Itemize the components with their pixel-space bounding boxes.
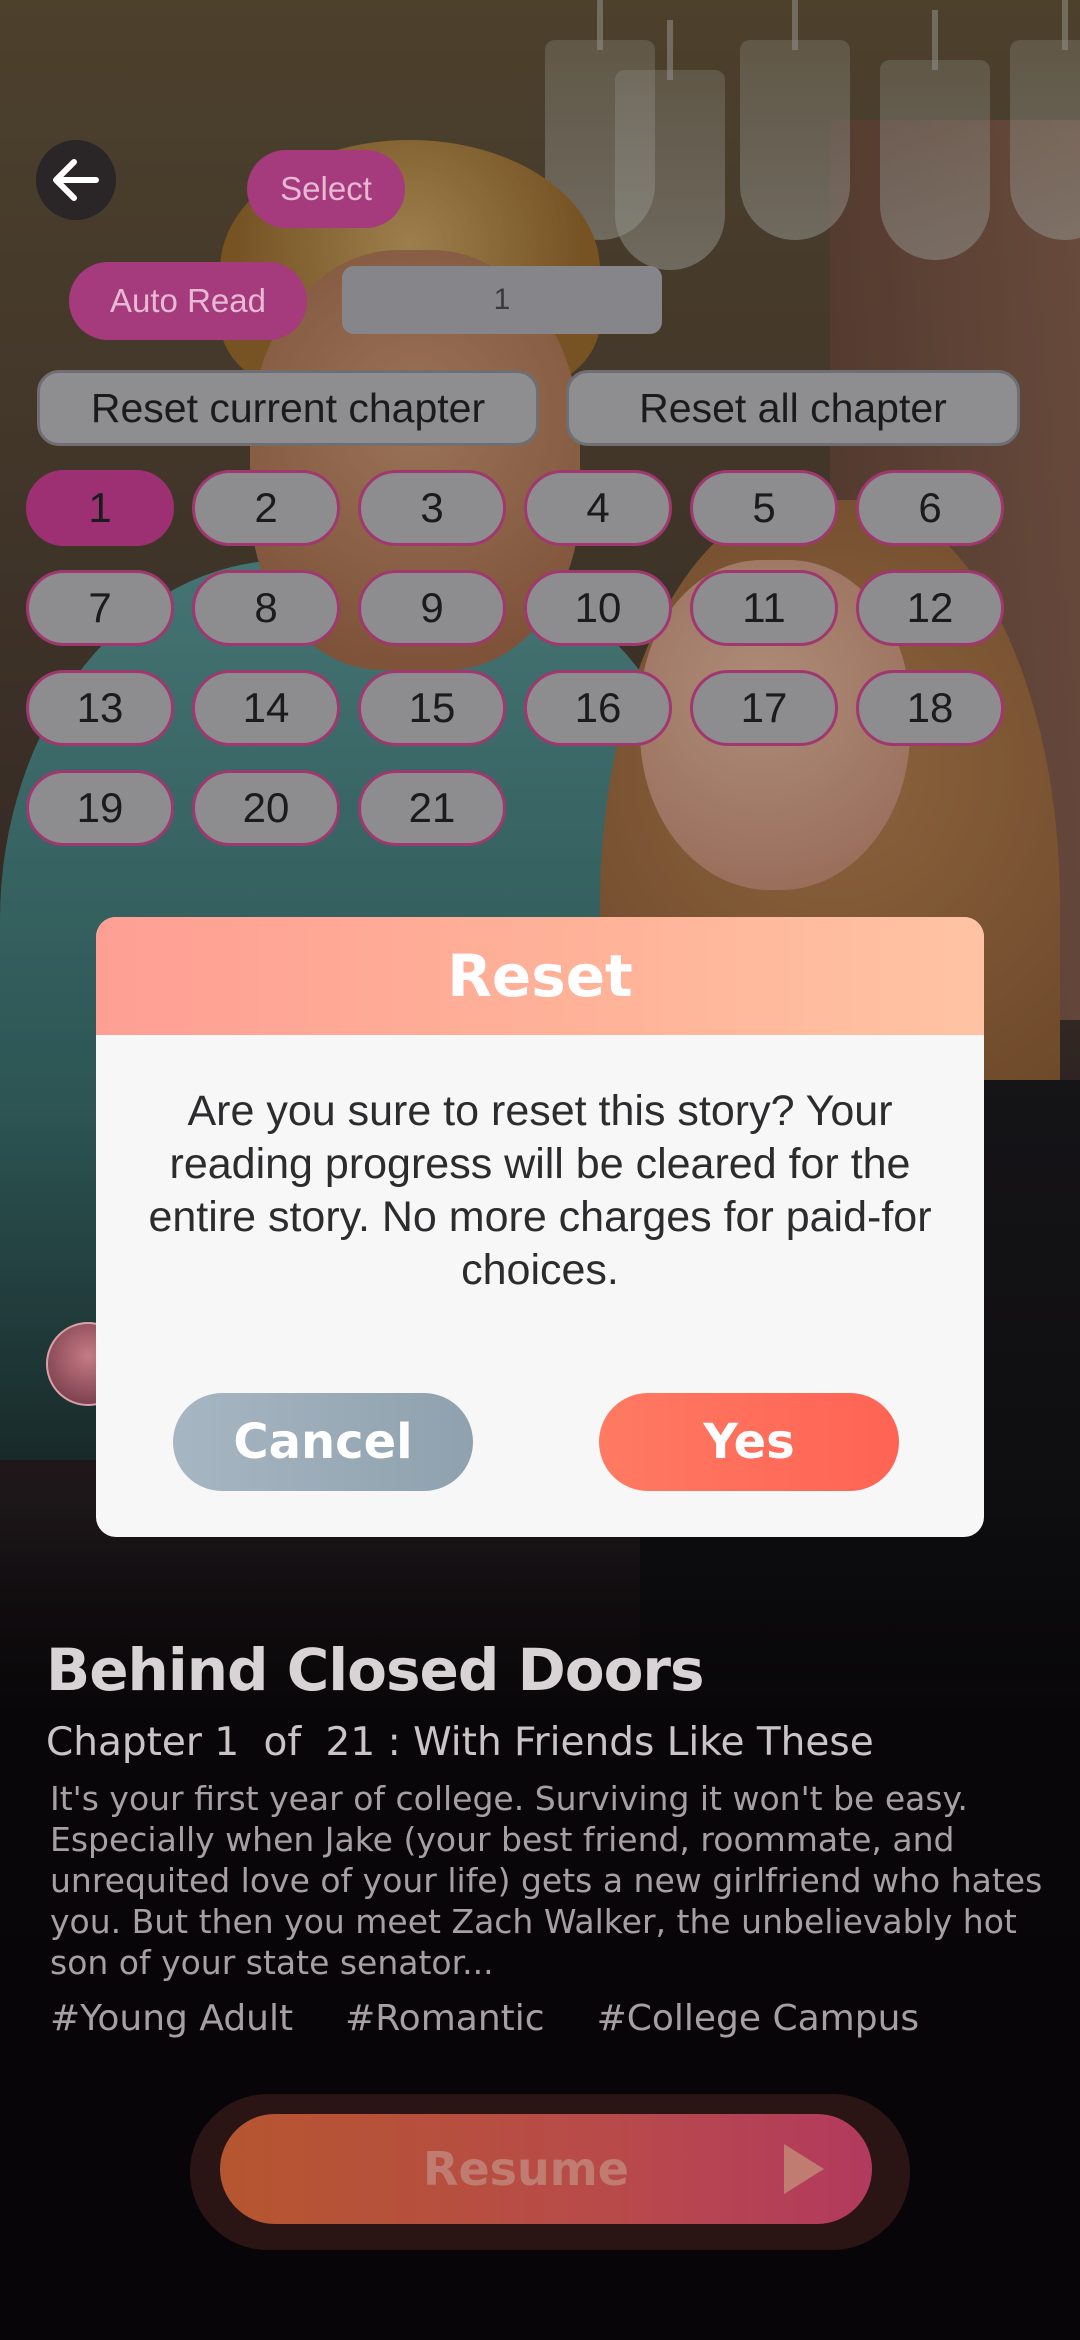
chapter-button-16[interactable]: 16 bbox=[524, 670, 672, 746]
chapter-button-9[interactable]: 9 bbox=[358, 570, 506, 646]
resume-button[interactable]: Resume bbox=[220, 2114, 872, 2224]
dialog-header: Reset bbox=[96, 917, 984, 1035]
chapter-number-input[interactable]: 1 bbox=[342, 266, 662, 334]
tag-romantic[interactable]: #Romantic bbox=[345, 1998, 544, 2039]
chapter-button-12[interactable]: 12 bbox=[856, 570, 1004, 646]
arrow-left-icon bbox=[53, 159, 99, 201]
chapter-button-6[interactable]: 6 bbox=[856, 470, 1004, 546]
dialog-message: Are you sure to reset this story? Your r… bbox=[148, 1087, 932, 1294]
chapter-prefix: Chapter 1 bbox=[46, 1720, 240, 1765]
auto-read-button[interactable]: Auto Read bbox=[69, 262, 307, 340]
chapter-button-5[interactable]: 5 bbox=[690, 470, 838, 546]
back-button[interactable] bbox=[36, 140, 116, 220]
reset-current-chapter-button[interactable]: Reset current chapter bbox=[37, 370, 539, 446]
chapter-total-title: 21 : With Friends Like These bbox=[325, 1720, 874, 1765]
select-button[interactable]: Select bbox=[247, 150, 405, 228]
reset-all-chapter-button[interactable]: Reset all chapter bbox=[566, 370, 1020, 446]
chapter-button-18[interactable]: 18 bbox=[856, 670, 1004, 746]
story-title: Behind Closed Doors bbox=[46, 1636, 705, 1704]
chapter-button-21[interactable]: 21 bbox=[358, 770, 506, 846]
chapter-button-3[interactable]: 3 bbox=[358, 470, 506, 546]
chapter-button-1[interactable]: 1 bbox=[26, 470, 174, 546]
chapter-button-10[interactable]: 10 bbox=[524, 570, 672, 646]
chapter-button-15[interactable]: 15 bbox=[358, 670, 506, 746]
story-tags: #Young Adult #Romantic #College Campus bbox=[50, 1998, 919, 2039]
chapter-button-14[interactable]: 14 bbox=[192, 670, 340, 746]
chapter-of: of bbox=[263, 1720, 302, 1765]
chapter-button-8[interactable]: 8 bbox=[192, 570, 340, 646]
chapter-button-20[interactable]: 20 bbox=[192, 770, 340, 846]
cancel-button[interactable]: Cancel bbox=[173, 1393, 473, 1491]
chapter-button-4[interactable]: 4 bbox=[524, 470, 672, 546]
tag-college-campus[interactable]: #College Campus bbox=[597, 1998, 920, 2039]
resume-label: Resume bbox=[423, 2142, 629, 2196]
chapter-button-7[interactable]: 7 bbox=[26, 570, 174, 646]
chapter-info: Chapter 1 of 21 : With Friends Like Thes… bbox=[46, 1720, 886, 1765]
chapter-button-13[interactable]: 13 bbox=[26, 670, 174, 746]
chapter-button-17[interactable]: 17 bbox=[690, 670, 838, 746]
chapter-button-11[interactable]: 11 bbox=[690, 570, 838, 646]
yes-button[interactable]: Yes bbox=[599, 1393, 899, 1491]
chapter-button-2[interactable]: 2 bbox=[192, 470, 340, 546]
play-icon bbox=[784, 2144, 824, 2194]
dialog-title: Reset bbox=[447, 942, 633, 1010]
story-synopsis: It's your first year of college. Survivi… bbox=[50, 1779, 1043, 1982]
chapter-button-19[interactable]: 19 bbox=[26, 770, 174, 846]
tag-young-adult[interactable]: #Young Adult bbox=[50, 1998, 293, 2039]
reset-dialog: Reset Are you sure to reset this story? … bbox=[96, 917, 984, 1537]
